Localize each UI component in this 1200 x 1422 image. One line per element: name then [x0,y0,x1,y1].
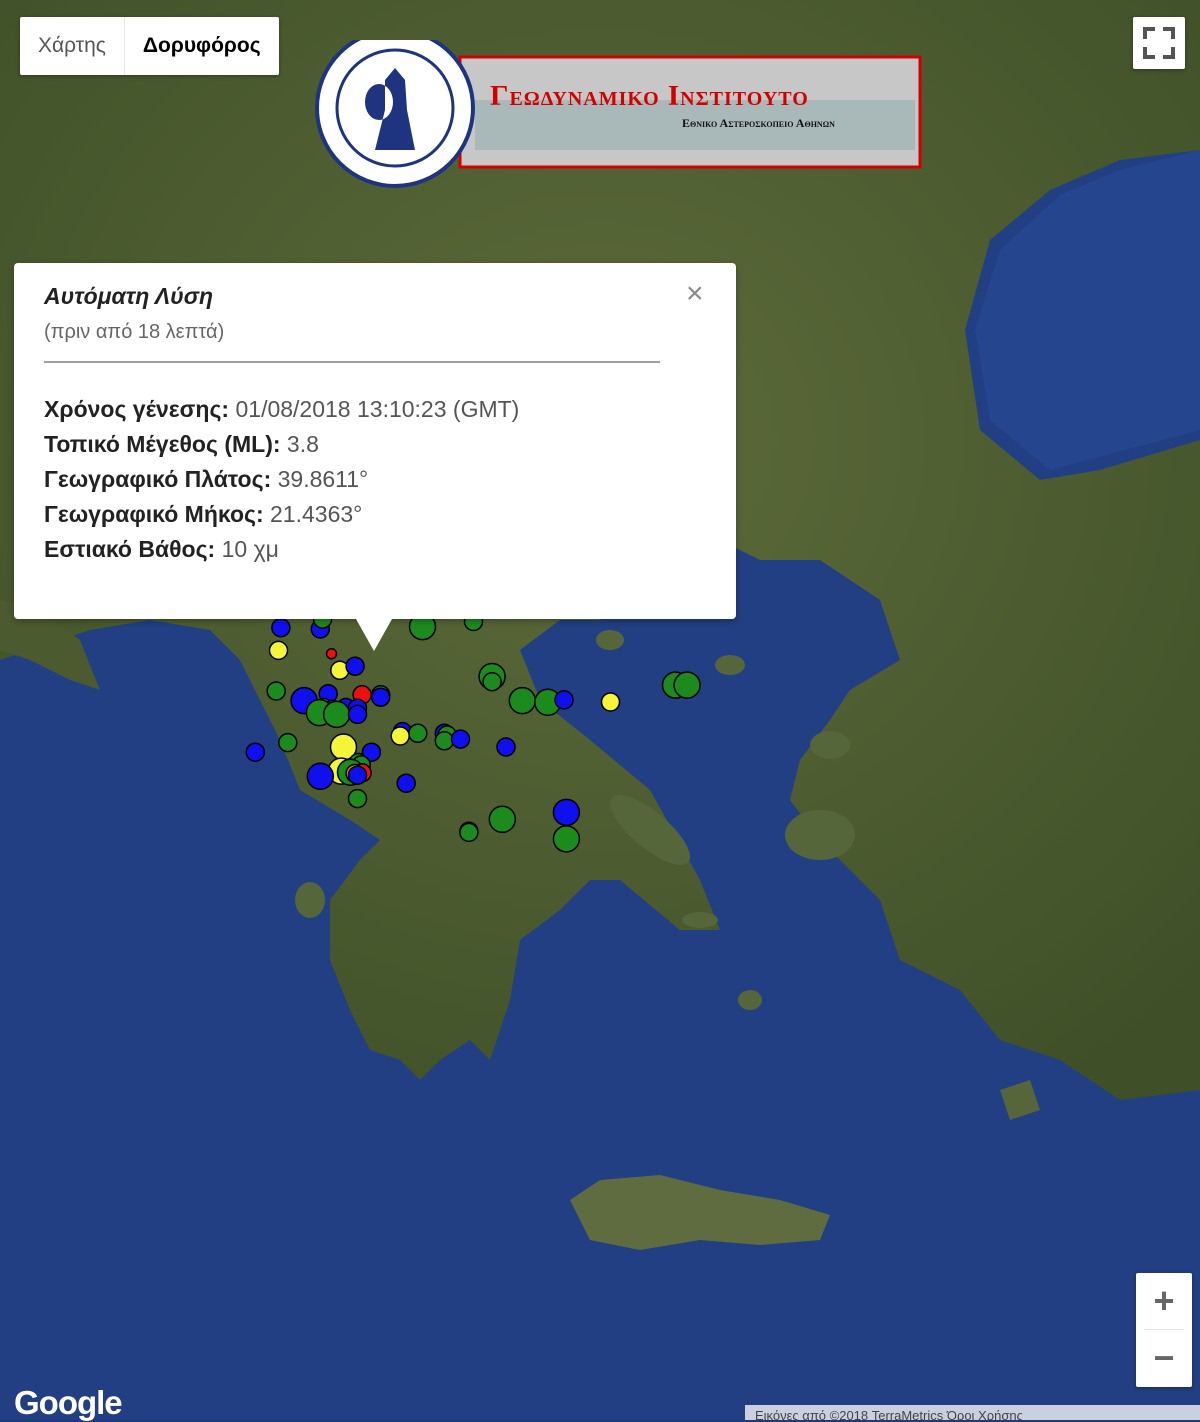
institute-title: Γεωδυναμικο Ινστιτουτο [490,80,809,112]
info-title: Αυτόματη Λύση [44,283,214,309]
depth-row: Εστιακό Βάθος: 10 χμ [44,536,279,562]
zoom-control: + − [1136,1273,1192,1387]
chios-island [810,731,850,759]
earthquake-marker-blue[interactable] [554,690,574,710]
zoom-out-button[interactable]: − [1136,1330,1192,1386]
earthquake-marker-blue[interactable] [306,762,335,791]
earthquake-marker-blue[interactable] [245,742,266,762]
earthquake-marker-blue[interactable] [347,704,368,725]
earthquake-marker-green[interactable] [508,686,537,715]
info-time-ago: (πριν από 18 λεπτά) [44,321,225,343]
map-type-map-button[interactable]: Χάρτης [20,17,125,75]
earthquake-marker-blue[interactable] [396,773,416,793]
earthquake-marker-yellow[interactable] [600,692,621,712]
earthquake-marker-red[interactable] [325,648,338,660]
latitude-row: Γεωγραφικό Πλάτος: 39.8611° [44,466,369,492]
thasos-island [596,630,624,650]
kefalonia-island [295,882,325,918]
origin-time-row: Χρόνος γένεσης: 01/08/2018 13:10:23 (GMT… [44,396,520,422]
earthquake-marker-blue[interactable] [347,765,368,785]
earthquake-marker-yellow[interactable] [268,640,289,661]
info-divider [44,361,660,363]
fullscreen-icon [1143,27,1175,59]
fullscreen-button[interactable] [1133,17,1185,69]
lemnos-island [715,655,745,675]
earthquake-marker-blue[interactable] [370,687,391,707]
map-type-control: Χάρτης Δορυφόρος [20,17,279,75]
earthquake-marker-green[interactable] [552,825,581,853]
google-logo: Google [14,1384,123,1421]
zoom-in-button[interactable]: + [1136,1273,1192,1329]
earthquake-marker-green[interactable] [408,723,428,744]
longitude-row: Γεωγραφικό Μήκος: 21.4363° [44,501,363,527]
earthquake-marker-green[interactable] [322,700,351,729]
naxos-island [738,990,762,1010]
close-icon[interactable]: × [686,279,704,309]
satellite-map[interactable] [0,0,1200,1420]
earthquake-marker-yellow[interactable] [390,726,410,746]
earthquake-marker-blue[interactable] [552,798,581,827]
andros-island [682,912,718,928]
magnitude-row: Τοπικό Μέγεθος (ML): 3.8 [44,431,319,457]
lesvos-island [785,810,855,860]
earthquake-marker-green[interactable] [459,822,479,843]
institute-subtitle: Εθνικο Αστεροσκοπειο Αθηνων [682,116,835,130]
earthquake-marker-green[interactable] [278,732,298,753]
earthquake-marker-blue[interactable] [271,617,291,638]
earthquake-marker-green[interactable] [347,788,368,809]
map-type-satellite-button[interactable]: Δορυφόρος [125,17,279,75]
earthquake-marker-green[interactable] [488,805,517,834]
earthquake-marker-blue[interactable] [450,729,471,749]
info-details: Χρόνος γένεσης: 01/08/2018 13:10:23 (GMT… [44,392,519,567]
map-attribution[interactable]: Εικόνες από ©2018 TerraMetrics Όροι Χρήσ… [745,1405,1200,1420]
event-info-window: Αυτόματη Λύση (πριν από 18 λεπτά) × Χρόν… [14,263,736,651]
earthquake-marker-blue[interactable] [345,656,365,676]
earthquake-marker-green[interactable] [434,731,455,751]
earthquake-marker-green[interactable] [482,671,502,692]
earthquake-marker-green[interactable] [673,671,701,699]
earthquake-marker-blue[interactable] [496,737,516,757]
earthquake-marker-green[interactable] [266,681,286,701]
